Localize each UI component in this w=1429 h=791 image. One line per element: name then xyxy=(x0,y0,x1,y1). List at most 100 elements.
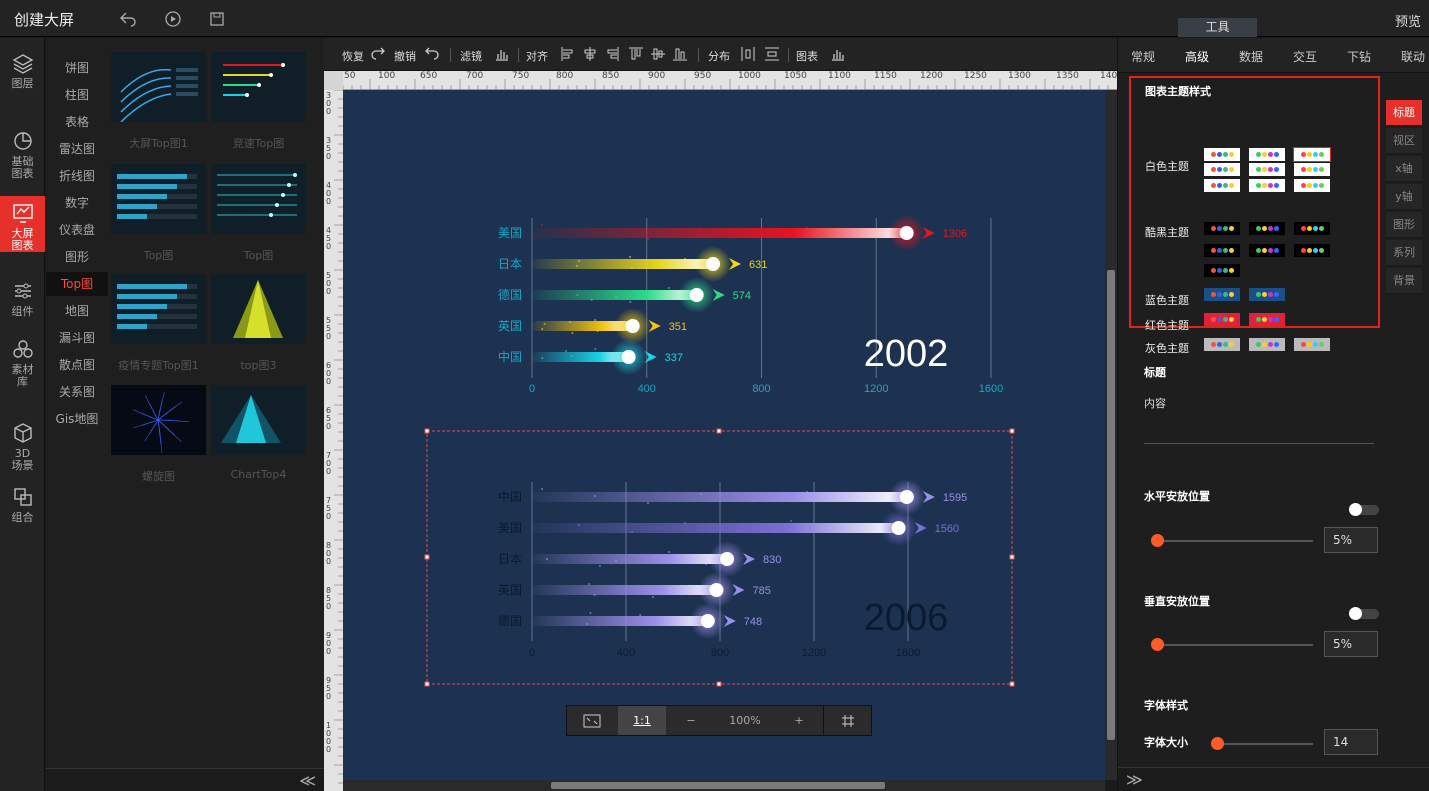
horizontal-scrollbar[interactable] xyxy=(343,780,1105,791)
distribute-v-icon[interactable] xyxy=(764,46,780,62)
h-position-value[interactable]: 5% xyxy=(1324,527,1378,553)
undo-button[interactable]: 撤销 xyxy=(394,48,416,64)
v-position-slider[interactable] xyxy=(1154,644,1313,646)
save-icon[interactable] xyxy=(207,9,227,29)
category-item[interactable]: 地图 xyxy=(46,299,108,323)
nav-cube[interactable]: 3D场景 xyxy=(0,422,45,474)
theme-swatch[interactable] xyxy=(1204,163,1240,176)
distribute-h-icon[interactable] xyxy=(740,46,756,62)
vertical-scrollbar[interactable] xyxy=(1105,90,1117,780)
theme-swatch[interactable] xyxy=(1294,244,1330,257)
horizontal-scroll-thumb[interactable] xyxy=(551,782,885,789)
bar-chart-icon[interactable] xyxy=(494,46,510,62)
property-tab[interactable]: 联动 xyxy=(1386,48,1429,65)
category-item[interactable]: 数字 xyxy=(46,191,108,215)
chart-thumbnail[interactable] xyxy=(111,52,206,122)
property-tab[interactable]: 数据 xyxy=(1224,48,1278,65)
redo-icon[interactable] xyxy=(370,46,386,62)
theme-swatch[interactable] xyxy=(1249,148,1285,161)
align-right-icon[interactable] xyxy=(604,46,620,62)
zoom-1-1-button[interactable]: 1:1 xyxy=(618,706,666,735)
category-item[interactable]: 雷达图 xyxy=(46,137,108,161)
theme-swatch[interactable] xyxy=(1294,179,1330,192)
property-tab[interactable]: 交互 xyxy=(1278,48,1332,65)
zoom-in-button[interactable]: + xyxy=(775,706,823,735)
v-position-toggle[interactable] xyxy=(1349,607,1379,620)
category-item[interactable]: 仪表盘 xyxy=(46,218,108,242)
nav-group[interactable]: 组合 xyxy=(0,486,45,526)
category-item[interactable]: 图形 xyxy=(46,245,108,269)
theme-swatch[interactable] xyxy=(1249,222,1285,235)
side-tab[interactable]: x轴 xyxy=(1386,156,1422,182)
nav-sliders[interactable]: 组件 xyxy=(0,280,45,320)
side-tab[interactable]: 标题 xyxy=(1386,100,1422,126)
category-item[interactable]: Top图 xyxy=(46,272,108,296)
property-tab[interactable]: 常规 xyxy=(1116,48,1170,65)
align-button[interactable]: 对齐 xyxy=(526,48,548,64)
category-item[interactable]: 关系图 xyxy=(46,380,108,404)
align-middle-icon[interactable] xyxy=(650,46,666,62)
chart-thumbnail[interactable] xyxy=(111,164,206,234)
theme-swatch[interactable] xyxy=(1204,264,1240,277)
property-tab[interactable]: 高级 xyxy=(1170,48,1224,65)
v-position-value[interactable]: 5% xyxy=(1324,631,1378,657)
collapse-left-icon[interactable]: ≪ xyxy=(299,771,316,790)
chart-thumbnail[interactable] xyxy=(111,385,206,455)
category-item[interactable]: 柱图 xyxy=(46,83,108,107)
undo-small-icon[interactable] xyxy=(424,46,440,62)
category-item[interactable]: 漏斗图 xyxy=(46,326,108,350)
redo-button[interactable]: 恢复 xyxy=(342,48,364,64)
side-tab[interactable]: y轴 xyxy=(1386,184,1422,210)
h-position-toggle[interactable] xyxy=(1349,503,1379,516)
chart-thumbnail[interactable] xyxy=(211,52,306,122)
side-tab[interactable]: 系列 xyxy=(1386,240,1422,266)
nav-layers[interactable]: 图层 xyxy=(0,52,45,92)
content-input[interactable] xyxy=(1144,443,1374,444)
filter-button[interactable]: 滤镜 xyxy=(460,48,482,64)
theme-swatch[interactable] xyxy=(1294,222,1330,235)
theme-swatch[interactable] xyxy=(1249,313,1285,326)
v-position-knob[interactable] xyxy=(1151,638,1164,651)
chart-button[interactable]: 图表 xyxy=(796,48,818,64)
tools-tab[interactable]: 工具 xyxy=(1178,18,1257,37)
theme-swatch[interactable] xyxy=(1294,163,1330,176)
chart-thumbnail[interactable] xyxy=(211,385,306,455)
theme-swatch[interactable] xyxy=(1204,288,1240,301)
undo-icon[interactable] xyxy=(118,9,138,29)
property-tab[interactable]: 下钻 xyxy=(1332,48,1386,65)
theme-swatch[interactable] xyxy=(1204,148,1240,161)
theme-swatch[interactable] xyxy=(1249,163,1285,176)
theme-swatch[interactable] xyxy=(1294,338,1330,351)
category-item[interactable]: Gis地图 xyxy=(46,407,108,431)
category-item[interactable]: 散点图 xyxy=(46,353,108,377)
category-item[interactable]: 折线图 xyxy=(46,164,108,188)
align-bottom-icon[interactable] xyxy=(672,46,688,62)
nav-clock-chart[interactable]: 基础图表 xyxy=(0,130,45,182)
font-size-knob[interactable] xyxy=(1211,737,1224,750)
theme-swatch[interactable] xyxy=(1249,288,1285,301)
theme-swatch[interactable] xyxy=(1204,244,1240,257)
side-tab[interactable]: 视区 xyxy=(1386,128,1422,154)
preview-button[interactable]: 预览 xyxy=(1395,11,1421,30)
distribute-button[interactable]: 分布 xyxy=(708,48,730,64)
h-position-knob[interactable] xyxy=(1151,534,1164,547)
theme-swatch[interactable] xyxy=(1204,222,1240,235)
chart-icon[interactable] xyxy=(830,46,846,62)
collapse-right-icon[interactable]: ≫ xyxy=(1126,770,1143,789)
chart-thumbnail[interactable] xyxy=(211,164,306,234)
category-item[interactable]: 饼图 xyxy=(46,56,108,80)
align-center-icon[interactable] xyxy=(582,46,598,62)
align-left-icon[interactable] xyxy=(560,46,576,62)
category-item[interactable]: 表格 xyxy=(46,110,108,134)
theme-swatch[interactable] xyxy=(1293,147,1331,162)
side-tab[interactable]: 背景 xyxy=(1386,268,1422,294)
theme-swatch[interactable] xyxy=(1204,338,1240,351)
grid-icon[interactable] xyxy=(823,706,871,735)
vertical-scroll-thumb[interactable] xyxy=(1107,270,1115,740)
chart-thumbnail[interactable] xyxy=(211,274,306,344)
theme-swatch[interactable] xyxy=(1204,179,1240,192)
theme-swatch[interactable] xyxy=(1249,338,1285,351)
align-top-icon[interactable] xyxy=(628,46,644,62)
nav-screen-chart[interactable]: 大屏图表 xyxy=(0,196,45,252)
h-position-slider[interactable] xyxy=(1154,540,1313,542)
